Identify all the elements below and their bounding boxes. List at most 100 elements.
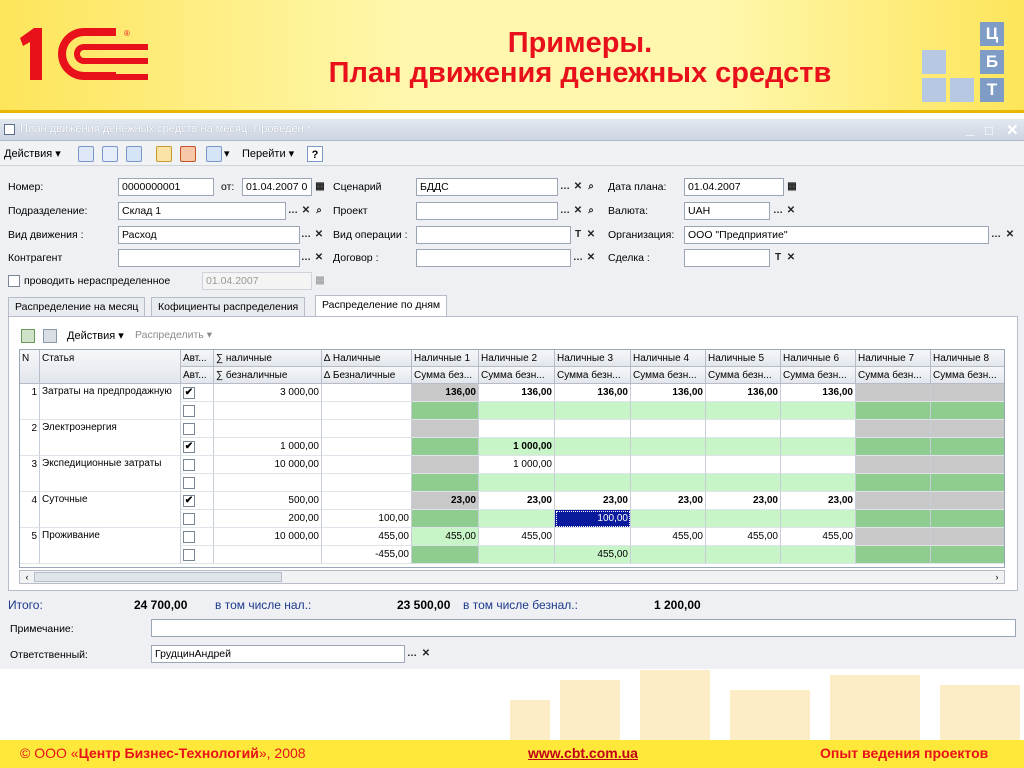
day-cash-cell[interactable] <box>856 528 931 546</box>
day-noncash-cell[interactable] <box>412 474 479 492</box>
panel-actions-menu[interactable]: Действия ▾ <box>67 329 124 342</box>
day-cash-cell[interactable] <box>931 384 1004 402</box>
day-cash-cell[interactable]: 23,00 <box>631 492 706 510</box>
clear-project-button[interactable]: ✕ <box>571 203 585 219</box>
day-noncash-cell[interactable] <box>856 402 931 420</box>
close-button[interactable]: ✕ <box>1006 121 1019 139</box>
distribute-menu[interactable]: Распределить ▾ <box>135 329 212 341</box>
column-subheader[interactable]: Сумма безн... <box>931 367 1004 384</box>
column-subheader[interactable]: Сумма безн... <box>706 367 781 384</box>
select-scenario-button[interactable]: … <box>558 179 572 195</box>
back-icon[interactable] <box>78 146 94 162</box>
number-field[interactable]: 0000000001 <box>118 178 214 196</box>
select-currency-button[interactable]: … <box>771 203 785 219</box>
day-noncash-cell[interactable] <box>412 438 479 456</box>
deal-field[interactable] <box>684 249 770 267</box>
day-noncash-cell[interactable] <box>856 438 931 456</box>
select-division-button[interactable]: … <box>286 203 300 219</box>
day-cash-cell[interactable]: 136,00 <box>781 384 856 402</box>
refresh-icon[interactable] <box>102 146 118 162</box>
currency-field[interactable]: UAH <box>684 202 770 220</box>
day-cash-cell[interactable] <box>706 420 781 438</box>
minimize-button[interactable]: _ <box>966 121 974 138</box>
cash-delta-cell[interactable] <box>322 384 412 402</box>
auto-checkbox[interactable] <box>183 405 195 417</box>
day-noncash-cell[interactable] <box>555 438 631 456</box>
article-cell[interactable]: Суточные <box>40 492 181 528</box>
day-noncash-cell[interactable] <box>479 474 555 492</box>
column-header[interactable]: Наличные 7 <box>856 350 931 367</box>
distribution-grid[interactable]: N Статья Авт... Авт... ∑ наличные ∑ безналичн… <box>19 349 1005 568</box>
noncash-delta-cell[interactable]: -455,00 <box>322 546 412 564</box>
day-noncash-cell[interactable]: 1 000,00 <box>479 438 555 456</box>
auto-checkbox[interactable] <box>183 477 195 489</box>
noncash-total-cell[interactable] <box>214 474 322 492</box>
day-cash-cell[interactable] <box>631 420 706 438</box>
auto-checkbox[interactable] <box>183 531 195 543</box>
day-noncash-cell[interactable] <box>412 546 479 564</box>
day-cash-cell[interactable] <box>706 456 781 474</box>
column-subheader[interactable]: Сумма безн... <box>631 367 706 384</box>
select-responsible-button[interactable]: … <box>405 646 419 662</box>
day-cash-cell[interactable] <box>856 384 931 402</box>
article-cell[interactable]: Проживание <box>40 528 181 564</box>
organization-field[interactable]: ООО "Предприятие" <box>684 226 989 244</box>
auto-checkbox[interactable]: ✔ <box>183 441 195 453</box>
cash-total-cell[interactable]: 3 000,00 <box>214 384 322 402</box>
cash-total-cell[interactable]: 500,00 <box>214 492 322 510</box>
post-document-icon[interactable] <box>156 146 172 162</box>
column-subheader[interactable]: Сумма безн... <box>479 367 555 384</box>
day-cash-cell[interactable]: 23,00 <box>706 492 781 510</box>
clear-organization-button[interactable]: ✕ <box>1003 227 1017 243</box>
auto-checkbox[interactable] <box>183 513 195 525</box>
cash-total-cell[interactable]: 10 000,00 <box>214 456 322 474</box>
day-cash-cell[interactable] <box>856 456 931 474</box>
cash-delta-cell[interactable] <box>322 456 412 474</box>
clear-operation-button[interactable]: ✕ <box>584 227 598 243</box>
clear-scenario-button[interactable]: ✕ <box>571 179 585 195</box>
column-header[interactable]: Наличные 5 <box>706 350 781 367</box>
scroll-left-icon[interactable]: ‹ <box>21 571 33 583</box>
horizontal-scrollbar[interactable]: ‹ › <box>19 570 1005 584</box>
select-counterparty-button[interactable]: … <box>299 250 313 266</box>
cash-delta-cell[interactable] <box>322 420 412 438</box>
clear-contract-button[interactable]: ✕ <box>584 250 598 266</box>
day-noncash-cell[interactable] <box>706 402 781 420</box>
column-subheader[interactable]: Сумма безн... <box>555 367 631 384</box>
select-movement-button[interactable]: … <box>299 227 313 243</box>
day-noncash-cell[interactable] <box>631 546 706 564</box>
based-on-dropdown[interactable]: ▾ <box>224 146 230 162</box>
unpost-document-icon[interactable] <box>180 146 196 162</box>
noncash-delta-cell[interactable]: 100,00 <box>322 510 412 528</box>
day-cash-cell[interactable]: 136,00 <box>706 384 781 402</box>
cash-total-cell[interactable]: 10 000,00 <box>214 528 322 546</box>
day-noncash-cell[interactable] <box>706 510 781 528</box>
day-noncash-cell[interactable] <box>781 474 856 492</box>
day-cash-cell[interactable]: 23,00 <box>781 492 856 510</box>
column-header[interactable]: ∑ наличные <box>214 350 322 367</box>
day-noncash-cell[interactable] <box>781 510 856 528</box>
clear-counterparty-button[interactable]: ✕ <box>312 250 326 266</box>
tab-day-distribution[interactable]: Распределение по дням <box>315 295 448 317</box>
copy-icon[interactable] <box>126 146 142 162</box>
day-cash-cell[interactable]: 23,00 <box>412 492 479 510</box>
day-noncash-cell[interactable] <box>856 474 931 492</box>
website-link[interactable]: www.cbt.com.ua <box>528 745 638 761</box>
column-header[interactable]: Наличные 8 <box>931 350 1004 367</box>
day-noncash-cell[interactable]: 100,00 <box>555 510 631 528</box>
day-cash-cell[interactable] <box>931 456 1004 474</box>
day-cash-cell[interactable] <box>555 528 631 546</box>
day-cash-cell[interactable]: 23,00 <box>555 492 631 510</box>
day-cash-cell[interactable]: 1 000,00 <box>479 456 555 474</box>
column-subheader[interactable]: Сумма безн... <box>781 367 856 384</box>
table-settings-icon[interactable] <box>43 329 57 343</box>
text-edit-operation-button[interactable]: T <box>571 227 585 243</box>
project-field[interactable] <box>416 202 558 220</box>
select-organization-button[interactable]: … <box>989 227 1003 243</box>
day-cash-cell[interactable] <box>555 420 631 438</box>
column-header[interactable]: Наличные 4 <box>631 350 706 367</box>
day-noncash-cell[interactable] <box>781 546 856 564</box>
day-noncash-cell[interactable] <box>412 510 479 528</box>
column-header[interactable]: Статья <box>40 350 181 384</box>
restore-button[interactable]: □ <box>985 123 993 138</box>
